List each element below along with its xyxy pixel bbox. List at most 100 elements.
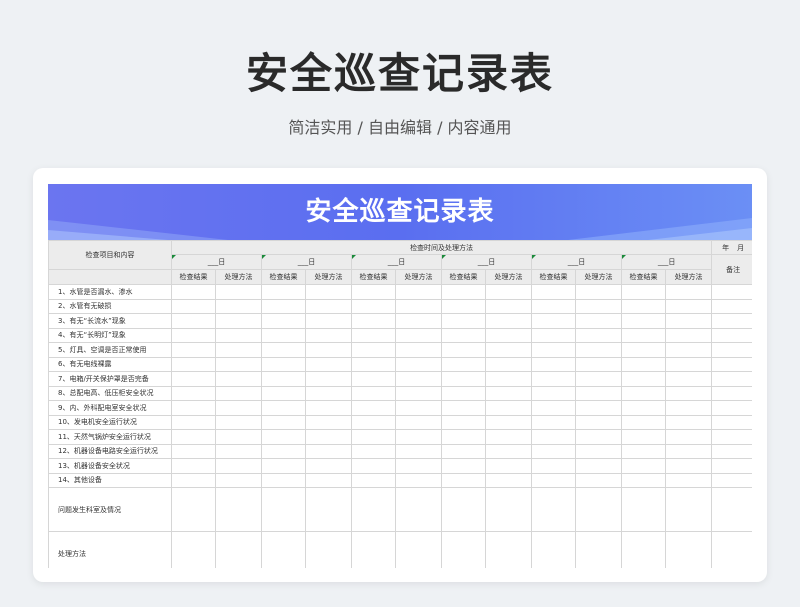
data-cell[interactable] xyxy=(171,400,216,416)
data-cell[interactable] xyxy=(261,472,306,488)
data-cell[interactable] xyxy=(215,400,262,416)
data-cell[interactable] xyxy=(351,284,396,300)
item-label[interactable]: 8、总配电高、低压柜安全状况 xyxy=(48,385,172,401)
data-cell[interactable] xyxy=(575,472,622,488)
data-cell[interactable] xyxy=(441,414,486,430)
item-label[interactable]: 14、其他设备 xyxy=(48,472,172,488)
data-cell[interactable] xyxy=(305,356,352,372)
data-cell[interactable] xyxy=(261,414,306,430)
data-cell[interactable] xyxy=(171,443,216,459)
data-cell[interactable] xyxy=(621,342,666,358)
data-cell[interactable] xyxy=(664,458,713,474)
data-cell[interactable] xyxy=(621,472,666,488)
item-label[interactable]: 13、机器设备安全状况 xyxy=(48,458,172,474)
data-cell[interactable] xyxy=(711,284,752,300)
item-label[interactable]: 3、有无“长流水”现象 xyxy=(48,313,172,329)
data-cell[interactable] xyxy=(575,385,622,401)
date-cell[interactable]: ___日 xyxy=(261,254,352,270)
data-cell[interactable] xyxy=(441,342,486,358)
data-cell[interactable] xyxy=(351,327,396,343)
date-cell[interactable]: ___日 xyxy=(351,254,442,270)
data-cell[interactable] xyxy=(531,429,576,445)
data-cell[interactable] xyxy=(215,371,262,387)
data-cell[interactable] xyxy=(621,429,666,445)
data-cell[interactable] xyxy=(395,472,442,488)
data-cell[interactable] xyxy=(575,458,622,474)
data-cell[interactable] xyxy=(215,385,262,401)
data-cell[interactable] xyxy=(664,342,713,358)
data-cell[interactable] xyxy=(485,531,532,568)
data-cell[interactable] xyxy=(664,443,713,459)
data-cell[interactable] xyxy=(664,385,713,401)
data-cell[interactable] xyxy=(441,400,486,416)
data-cell[interactable] xyxy=(395,400,442,416)
data-cell[interactable] xyxy=(351,472,396,488)
data-cell[interactable] xyxy=(531,531,576,568)
data-cell[interactable] xyxy=(351,385,396,401)
item-label[interactable]: 2、水管有无破损 xyxy=(48,298,172,314)
data-cell[interactable] xyxy=(305,342,352,358)
data-cell[interactable] xyxy=(485,458,532,474)
data-cell[interactable] xyxy=(711,298,752,314)
data-cell[interactable] xyxy=(664,356,713,372)
data-cell[interactable] xyxy=(171,298,216,314)
data-cell[interactable] xyxy=(171,472,216,488)
data-cell[interactable] xyxy=(711,472,752,488)
data-cell[interactable] xyxy=(171,487,216,532)
data-cell[interactable] xyxy=(305,458,352,474)
data-cell[interactable] xyxy=(171,284,216,300)
data-cell[interactable] xyxy=(621,458,666,474)
data-cell[interactable] xyxy=(531,342,576,358)
data-cell[interactable] xyxy=(485,472,532,488)
data-cell[interactable] xyxy=(531,298,576,314)
data-cell[interactable] xyxy=(171,414,216,430)
data-cell[interactable] xyxy=(305,429,352,445)
data-cell[interactable] xyxy=(441,284,486,300)
data-cell[interactable] xyxy=(575,531,622,568)
data-cell[interactable] xyxy=(351,298,396,314)
data-cell[interactable] xyxy=(215,531,262,568)
data-cell[interactable] xyxy=(621,487,666,532)
data-cell[interactable] xyxy=(441,443,486,459)
data-cell[interactable] xyxy=(575,342,622,358)
data-cell[interactable] xyxy=(485,313,532,329)
data-cell[interactable] xyxy=(441,458,486,474)
data-cell[interactable] xyxy=(261,458,306,474)
data-cell[interactable] xyxy=(575,284,622,300)
data-cell[interactable] xyxy=(485,284,532,300)
data-cell[interactable] xyxy=(305,385,352,401)
data-cell[interactable] xyxy=(621,313,666,329)
data-cell[interactable] xyxy=(664,313,713,329)
data-cell[interactable] xyxy=(575,400,622,416)
item-label[interactable]: 9、内、外科配电室安全状况 xyxy=(48,400,172,416)
data-cell[interactable] xyxy=(261,356,306,372)
data-cell[interactable] xyxy=(351,487,396,532)
data-cell[interactable] xyxy=(531,313,576,329)
data-cell[interactable] xyxy=(261,284,306,300)
data-cell[interactable] xyxy=(351,356,396,372)
data-cell[interactable] xyxy=(351,313,396,329)
data-cell[interactable] xyxy=(441,429,486,445)
data-cell[interactable] xyxy=(531,327,576,343)
data-cell[interactable] xyxy=(711,487,752,532)
data-cell[interactable] xyxy=(485,385,532,401)
date-cell[interactable]: ___日 xyxy=(531,254,622,270)
data-cell[interactable] xyxy=(711,443,752,459)
data-cell[interactable] xyxy=(485,356,532,372)
data-cell[interactable] xyxy=(395,458,442,474)
data-cell[interactable] xyxy=(171,342,216,358)
data-cell[interactable] xyxy=(441,313,486,329)
data-cell[interactable] xyxy=(171,429,216,445)
data-cell[interactable] xyxy=(305,284,352,300)
data-cell[interactable] xyxy=(261,342,306,358)
data-cell[interactable] xyxy=(441,487,486,532)
data-cell[interactable] xyxy=(305,443,352,459)
data-cell[interactable] xyxy=(215,458,262,474)
data-cell[interactable] xyxy=(351,371,396,387)
data-cell[interactable] xyxy=(395,531,442,568)
data-cell[interactable] xyxy=(711,429,752,445)
data-cell[interactable] xyxy=(485,443,532,459)
data-cell[interactable] xyxy=(351,531,396,568)
data-cell[interactable] xyxy=(441,327,486,343)
data-cell[interactable] xyxy=(395,313,442,329)
